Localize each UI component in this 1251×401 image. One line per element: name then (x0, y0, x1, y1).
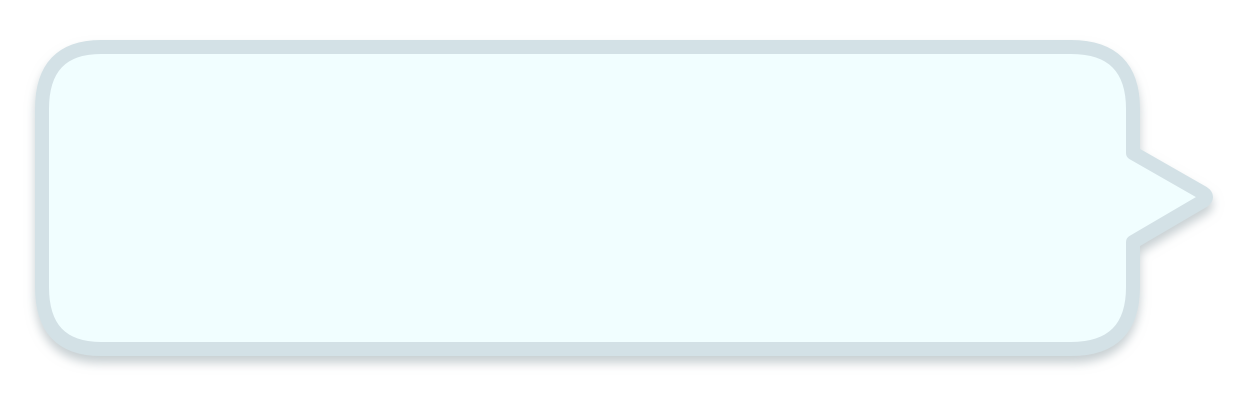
speech-bubble-text (60, 60, 1120, 335)
speech-bubble-canvas (0, 0, 1251, 401)
